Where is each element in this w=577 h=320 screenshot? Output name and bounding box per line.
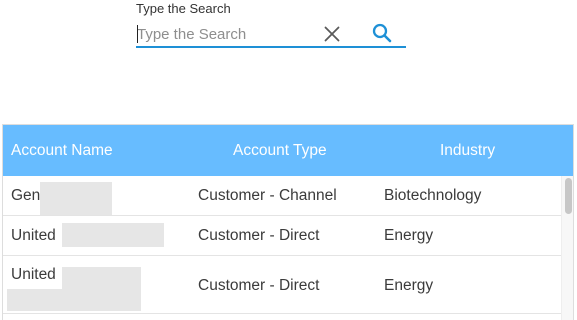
- text-caret: [137, 25, 138, 43]
- table-body: Gen Customer - Channel Biotechnology Uni…: [3, 176, 573, 320]
- account-type-cell: Customer - Direct: [198, 227, 320, 244]
- account-type-cell: Customer - Direct: [198, 277, 320, 294]
- clear-search-button[interactable]: [322, 24, 342, 44]
- account-type-cell: Customer - Channel: [198, 187, 337, 204]
- table-row[interactable]: Gen Customer - Channel Biotechnology: [3, 176, 563, 216]
- search-button[interactable]: [371, 22, 393, 44]
- search-icon: [372, 23, 392, 43]
- industry-cell: Biotechnology: [384, 187, 482, 204]
- search-input[interactable]: [136, 23, 317, 45]
- close-icon: [324, 26, 340, 42]
- redacted-block: [62, 267, 141, 289]
- table-row[interactable]: United Customer - Direct Energy: [3, 256, 563, 314]
- account-name-cell: United: [11, 266, 56, 283]
- industry-cell: Energy: [384, 277, 434, 294]
- accounts-table: Account Name Account Type Industry Gen C…: [2, 124, 574, 320]
- account-name-cell: Gen: [11, 187, 41, 204]
- industry-cell: Energy: [384, 227, 434, 244]
- scrollbar-thumb[interactable]: [565, 178, 572, 214]
- column-header-account-type[interactable]: Account Type: [233, 142, 327, 160]
- search-box: [136, 20, 406, 48]
- vertical-scrollbar[interactable]: [561, 176, 573, 320]
- account-name-cell: United: [11, 227, 56, 244]
- table-header: Account Name Account Type Industry: [3, 125, 573, 176]
- table-row[interactable]: United Customer - Direct Energy: [3, 216, 563, 256]
- column-header-industry[interactable]: Industry: [440, 142, 495, 160]
- redacted-block: [7, 289, 141, 311]
- search-label: Type the Search: [136, 1, 231, 16]
- column-header-account-name[interactable]: Account Name: [11, 142, 113, 160]
- redacted-block: [40, 182, 112, 215]
- page: Type the Search Account Name Account Typ…: [0, 0, 577, 320]
- redacted-block: [62, 223, 164, 247]
